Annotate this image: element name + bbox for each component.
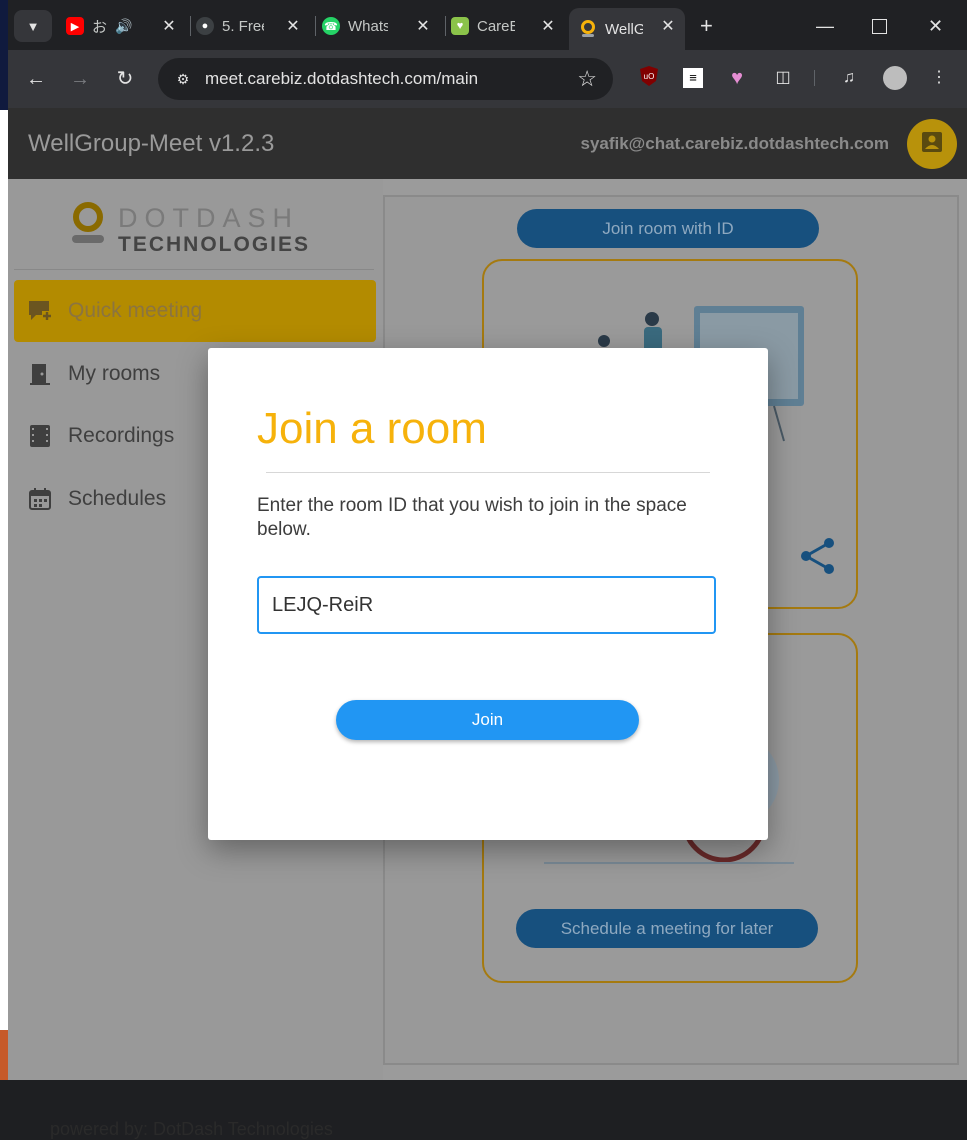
share-icon[interactable] — [800, 537, 836, 580]
close-icon[interactable]: ✕ — [414, 16, 432, 36]
room-id-input[interactable] — [257, 576, 716, 634]
dialog-title: Join a room — [257, 404, 487, 453]
join-room-with-id-button[interactable]: Join room with ID — [517, 209, 819, 248]
close-icon[interactable]: ✕ — [160, 16, 178, 36]
app-header: WellGroup-Meet v1.2.3 syafik@chat.carebi… — [8, 108, 967, 179]
youtube-icon: ▶ — [66, 17, 84, 35]
tab-title: WhatsA — [348, 17, 388, 35]
maximize-button[interactable] — [872, 8, 887, 44]
plus-icon: + — [700, 13, 713, 38]
sidebar-divider — [14, 269, 374, 270]
desktop-wallpaper — [0, 0, 8, 110]
forward-button[interactable]: → — [65, 64, 95, 94]
close-icon[interactable]: ✕ — [284, 16, 302, 36]
join-button[interactable]: Join — [336, 700, 639, 740]
close-icon: ✕ — [928, 15, 944, 36]
whatsapp-icon: ☎ — [322, 17, 340, 35]
close-icon[interactable]: ✕ — [539, 16, 557, 36]
app-title: WellGroup-Meet v1.2.3 — [28, 130, 275, 157]
reload-icon: ↻ — [116, 68, 134, 90]
chevron-down-icon: ▼ — [26, 18, 40, 34]
nav-label: Schedules — [68, 487, 167, 510]
site-settings-icon[interactable]: ⚙ — [172, 68, 194, 90]
svg-text:DOTDASH: DOTDASH — [118, 203, 299, 233]
tab-title: WellG — [605, 20, 643, 38]
maximize-icon — [872, 18, 887, 34]
tab-wellgroup-active[interactable]: WellG ✕ — [569, 8, 685, 50]
tab-youtube[interactable]: ▶ お 🔊 ✕ — [66, 8, 186, 44]
profile-avatar-icon[interactable] — [882, 65, 908, 91]
browser-toolbar: ← → ↻ ⚙ meet.carebiz.dotdashtech.com/mai… — [8, 50, 967, 108]
nav-label: My rooms — [68, 362, 161, 385]
arrow-left-icon: ← — [26, 68, 46, 90]
desktop-strip — [0, 0, 8, 1080]
wellgroup-icon — [579, 20, 597, 38]
user-email: syafik@chat.carebiz.dotdashtech.com — [580, 134, 889, 153]
tab-divider — [445, 16, 446, 36]
window-close-button[interactable]: ✕ — [928, 8, 943, 44]
heart-extension-icon[interactable]: ♥ — [724, 65, 750, 91]
tab-divider — [190, 16, 191, 36]
nav-label: Quick meeting — [68, 299, 203, 322]
svg-text:uO: uO — [644, 72, 655, 81]
address-bar[interactable]: ⚙ meet.carebiz.dotdashtech.com/main ☆ — [158, 58, 613, 100]
minimize-button[interactable]: — — [816, 8, 834, 44]
user-avatar[interactable] — [907, 119, 957, 169]
close-icon[interactable]: ✕ — [659, 16, 677, 36]
tab-divider — [315, 16, 316, 36]
tab-free[interactable]: ● 5. Free ✕ — [196, 8, 310, 44]
reload-button[interactable]: ↻ — [110, 64, 140, 94]
tab-title: 5. Free — [222, 17, 264, 35]
door-icon — [26, 360, 54, 388]
star-icon[interactable]: ☆ — [577, 66, 597, 92]
powered-by-footer: powered by: DotDash Technologies — [50, 1119, 333, 1139]
account-box-icon — [920, 130, 944, 159]
reader-extension-icon[interactable]: ≡ — [680, 65, 706, 91]
more-menu-icon[interactable]: ⋮ — [926, 65, 952, 91]
schedule-later-button[interactable]: Schedule a meeting for later — [516, 909, 818, 948]
svg-text:TECHNOLOGIES: TECHNOLOGIES — [118, 233, 310, 251]
dialog-description: Enter the room ID that you wish to join … — [257, 495, 687, 540]
tab-title: お — [92, 18, 108, 36]
nav-quick-meeting[interactable]: Quick meeting — [14, 280, 376, 342]
film-icon — [26, 422, 54, 450]
minimize-icon: — — [816, 15, 834, 36]
tab-bar: ▼ ▶ お 🔊 ✕ ● 5. Free ✕ ☎ WhatsA ✕ ♥ CareB… — [8, 0, 967, 50]
globe-icon: ● — [196, 17, 214, 35]
desktop-taskbar-edge — [0, 1030, 8, 1080]
tab-title: CareBi — [477, 17, 515, 35]
new-tab-button[interactable]: + — [700, 8, 724, 44]
dotdash-logo: DOTDASH TECHNOLOGIES — [72, 199, 322, 256]
url-text[interactable]: meet.carebiz.dotdashtech.com/main — [205, 69, 478, 89]
tab-whatsapp[interactable]: ☎ WhatsA ✕ — [322, 8, 440, 44]
arrow-right-icon: → — [70, 68, 90, 90]
tab-search-button[interactable]: ▼ — [14, 10, 52, 42]
carebiz-icon: ♥ — [451, 17, 469, 35]
dialog-divider — [266, 472, 710, 473]
ublock-icon[interactable]: uO — [636, 65, 662, 91]
puzzle-icon[interactable]: ◫ — [770, 65, 796, 91]
back-button[interactable]: ← — [21, 64, 51, 94]
calendar-icon — [26, 485, 54, 513]
tab-carebiz[interactable]: ♥ CareBi ✕ — [451, 8, 565, 44]
nav-label: Recordings — [68, 424, 175, 447]
join-room-dialog: Join a room Enter the room ID that you w… — [208, 348, 768, 840]
chat-plus-icon — [26, 297, 54, 325]
speaker-icon[interactable]: 🔊 — [115, 18, 132, 35]
media-control-icon[interactable]: ♫ — [836, 65, 862, 91]
toolbar-divider — [814, 70, 815, 86]
